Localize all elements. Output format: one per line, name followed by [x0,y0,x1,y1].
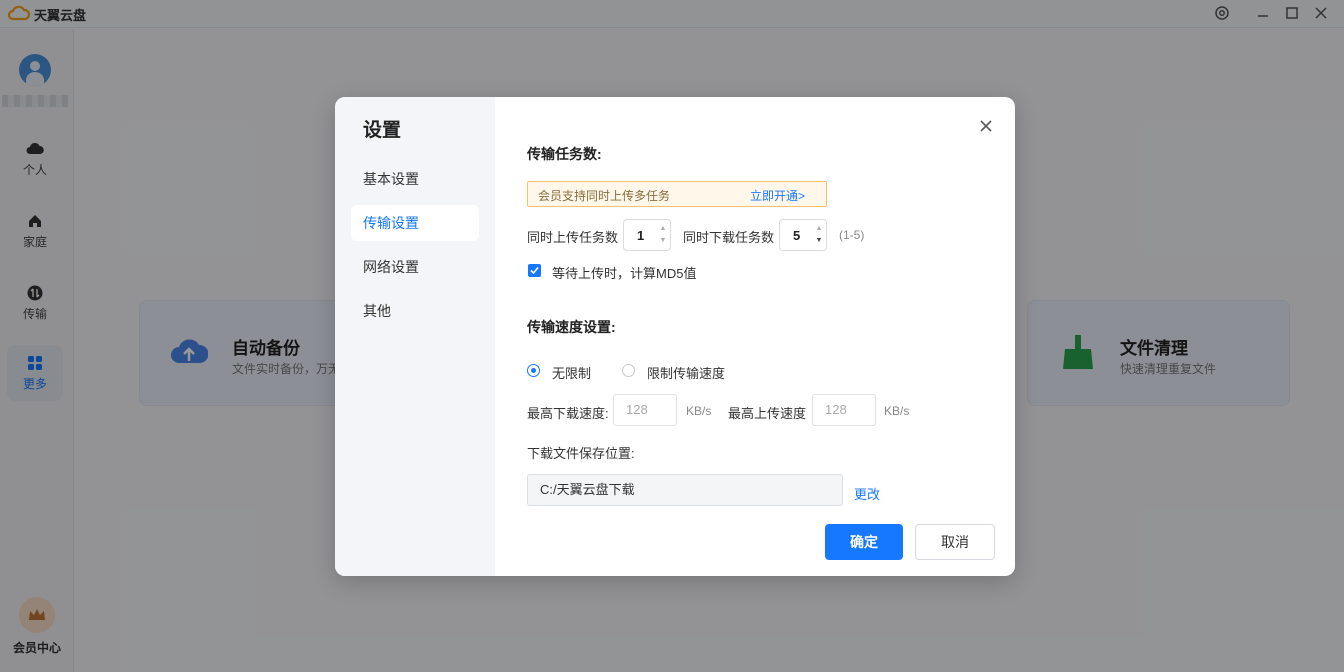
unlimited-label: 无限制 [552,366,592,381]
promo-activate-link[interactable]: 立即开通> [750,187,805,204]
md5-checkbox[interactable] [528,264,541,277]
menu-transfer-settings[interactable]: 传输设置 [351,205,479,241]
max-upload-label: 最高上传速度 [728,406,807,421]
limit-speed-radio[interactable] [622,364,635,377]
settings-menu: 设置 基本设置 传输设置 网络设置 其他 [335,97,495,576]
download-tasks-label: 同时下载任务数 [683,230,775,245]
save-path-label: 下载文件保存位置: [527,446,635,461]
ok-button[interactable]: 确定 [825,524,903,560]
max-download-label: 最高下载速度: [527,406,609,421]
unlimited-radio[interactable] [527,364,540,377]
speed-section-title: 传输速度设置: [527,319,616,335]
upload-tasks-value: 1 [637,228,645,243]
download-tasks-value: 5 [793,228,801,243]
change-path-link[interactable]: 更改 [854,484,880,503]
download-unit: KB/s [686,404,712,418]
promo-text: 会员支持同时上传多任务 [538,189,671,203]
settings-dialog: 设置 基本设置 传输设置 网络设置 其他 传输任务数: 会员支持同时上传多任务 … [335,97,1015,576]
check-icon [530,266,539,275]
menu-network-settings[interactable]: 网络设置 [351,249,479,285]
dialog-title: 设置 [363,120,402,141]
cancel-button[interactable]: 取消 [915,524,995,560]
save-path-input[interactable]: C:/天翼云盘下载 [527,474,843,506]
download-tasks-stepper[interactable]: 5 ▲ ▼ [779,219,827,251]
menu-other[interactable]: 其他 [351,293,479,329]
close-dialog-icon[interactable] [975,115,997,137]
upload-unit: KB/s [884,404,910,418]
max-upload-input[interactable]: 128 [812,394,876,426]
stepper-arrows[interactable]: ▲ ▼ [815,225,823,245]
md5-label: 等待上传时，计算MD5值 [552,266,697,281]
limit-speed-label: 限制传输速度 [647,366,726,381]
menu-basic-settings[interactable]: 基本设置 [351,161,479,197]
upload-tasks-label: 同时上传任务数 [527,230,619,245]
vip-promo-banner: 会员支持同时上传多任务 立即开通> [527,181,827,207]
tasks-range-hint: (1-5) [839,228,865,242]
upload-tasks-stepper[interactable]: 1 ▲ ▼ [623,219,671,251]
max-download-input[interactable]: 128 [613,394,677,426]
stepper-arrows[interactable]: ▲ ▼ [659,225,667,245]
task-count-section-title: 传输任务数: [527,146,602,162]
